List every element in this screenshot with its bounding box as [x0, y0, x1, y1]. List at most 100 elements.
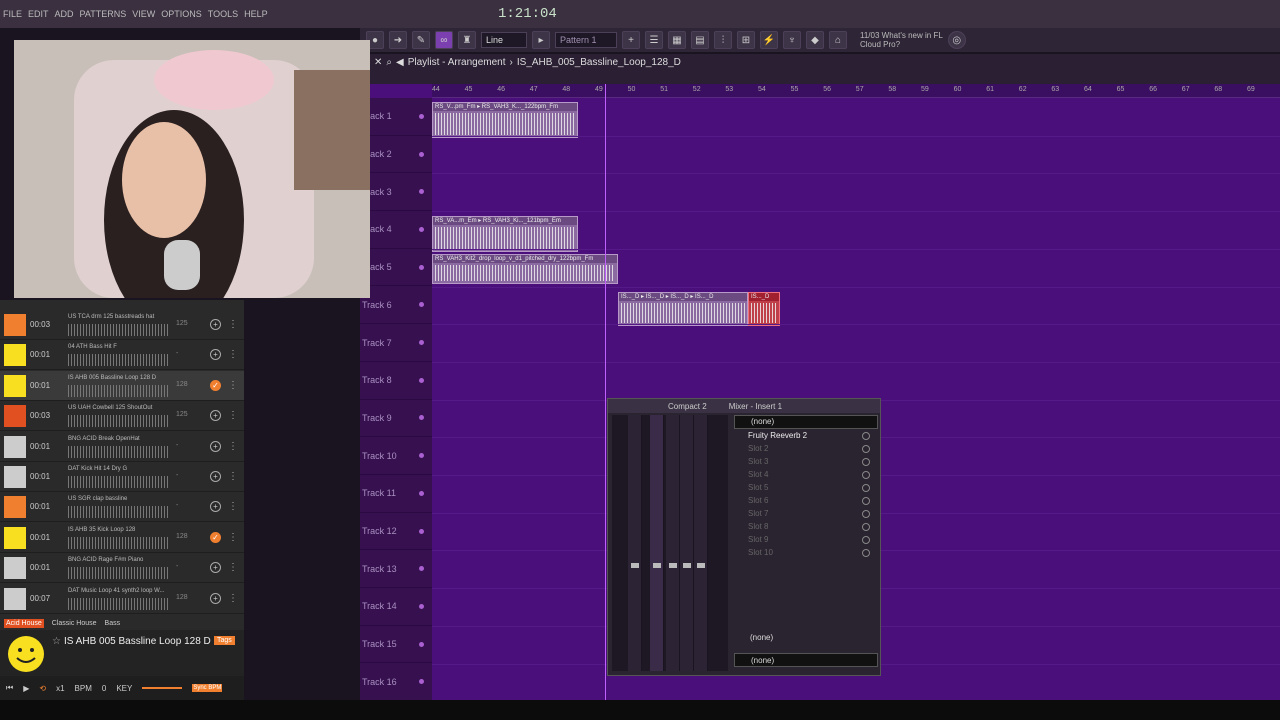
- fx-slot[interactable]: Slot 8: [734, 520, 878, 533]
- bpm-multiplier[interactable]: x1: [56, 684, 64, 693]
- track-mute-dot[interactable]: [419, 528, 424, 534]
- slot-enable-toggle[interactable]: [862, 470, 870, 479]
- audio-clip-track1[interactable]: RS_V...pm_Fm ▸ RS_VAH3_K..._122bpm_Fm: [432, 102, 578, 138]
- track-header[interactable]: Track 6: [360, 287, 432, 325]
- fx-slot[interactable]: Slot 7: [734, 507, 878, 520]
- slot-enable-toggle[interactable]: [862, 496, 870, 505]
- fader[interactable]: [669, 563, 677, 568]
- menu-add[interactable]: ADD: [52, 9, 77, 19]
- loop-icon[interactable]: ⟲: [39, 684, 46, 693]
- track-header[interactable]: Track 8: [360, 362, 432, 400]
- strip-insert-3[interactable]: [680, 415, 694, 671]
- fx-slot[interactable]: Fruity Reeverb 2: [734, 429, 878, 442]
- stamp-icon[interactable]: ♜: [458, 31, 476, 49]
- strip-master[interactable]: [628, 415, 642, 671]
- audio-clip-track6-selected[interactable]: IS..._D: [748, 292, 780, 326]
- fx-slot[interactable]: Slot 5: [734, 481, 878, 494]
- track-header[interactable]: Track 4: [360, 211, 432, 249]
- mixer-icon[interactable]: ⫶: [714, 31, 732, 49]
- playlist-breadcrumb[interactable]: IS_AHB_005_Bassline_Loop_128_D: [517, 57, 681, 68]
- fader[interactable]: [653, 563, 661, 568]
- clip-icon[interactable]: ◆: [806, 31, 824, 49]
- playlist-icon[interactable]: ☰: [645, 31, 663, 49]
- sample-row[interactable]: 00:01 IS AHB 005 Bassline Loop 128 D 128 ✓ ⋮: [0, 370, 244, 401]
- track-mute-dot[interactable]: [419, 264, 424, 270]
- add-icon[interactable]: +: [210, 592, 221, 604]
- snap-select[interactable]: Line: [481, 32, 527, 48]
- track-mute-dot[interactable]: [419, 113, 424, 119]
- slot-enable-toggle[interactable]: [862, 522, 870, 531]
- sample-row[interactable]: 00:03 US UAH Cowbell 125 ShoutOut 125 + ⋮: [0, 401, 244, 432]
- tag-bass[interactable]: Bass: [105, 620, 121, 627]
- slot-enable-toggle[interactable]: [862, 548, 870, 557]
- sample-row[interactable]: 00:03 US TCA drm 125 basstreads hat 125 + ⋮: [0, 310, 244, 340]
- strip-insert-2[interactable]: [666, 415, 680, 671]
- mixer-preset-select[interactable]: (none): [734, 415, 878, 429]
- track-header[interactable]: Track 5: [360, 249, 432, 287]
- output-select[interactable]: (none): [734, 653, 878, 667]
- add-icon[interactable]: +: [210, 349, 221, 361]
- add-icon[interactable]: +: [210, 410, 221, 422]
- more-icon[interactable]: ⋮: [228, 349, 238, 360]
- menu-help[interactable]: HELP: [241, 9, 271, 19]
- more-icon[interactable]: ⋮: [228, 410, 238, 421]
- close-icon[interactable]: ✕: [374, 57, 382, 68]
- pattern-select[interactable]: Pattern 1: [555, 32, 617, 48]
- sample-row[interactable]: 00:01 IS AHB 35 Kick Loop 128 128 ✓ ⋮: [0, 523, 244, 553]
- track-header[interactable]: Track 2: [360, 136, 432, 174]
- channel-rack-icon[interactable]: ▤: [691, 31, 709, 49]
- track-header[interactable]: Track 1: [360, 98, 432, 136]
- more-icon[interactable]: ⋮: [228, 532, 238, 543]
- track-mute-dot[interactable]: [419, 641, 424, 647]
- news-panel[interactable]: 11/03 What's new in FL Cloud Pro?: [860, 31, 943, 49]
- more-icon[interactable]: ⋮: [228, 593, 238, 604]
- slot-enable-toggle[interactable]: [862, 457, 870, 466]
- track-header[interactable]: Track 3: [360, 173, 432, 212]
- slot-enable-toggle[interactable]: [862, 509, 870, 518]
- track-header[interactable]: Track 11: [360, 475, 432, 513]
- sample-row[interactable]: 00:01 BNG ACID Break OpenHat - + ⋮: [0, 432, 244, 462]
- track-header[interactable]: Track 14: [360, 588, 432, 626]
- fx-slot[interactable]: Slot 9: [734, 533, 878, 546]
- fx-slot[interactable]: Slot 2: [734, 442, 878, 455]
- menu-tools[interactable]: TOOLS: [205, 9, 241, 19]
- slot-enable-toggle[interactable]: [862, 535, 870, 544]
- track-header[interactable]: Track 13: [360, 550, 432, 589]
- track-mute-dot[interactable]: [419, 679, 424, 685]
- browser-icon[interactable]: ⊞: [737, 31, 755, 49]
- sample-row[interactable]: 00:01 04 ATH Bass Hit F - + ⋮: [0, 340, 244, 371]
- track-header[interactable]: Track 9: [360, 400, 432, 438]
- sync-bpm-button[interactable]: Sync BPM: [192, 684, 223, 692]
- track-header[interactable]: Track 16: [360, 664, 432, 702]
- track-mute-dot[interactable]: [419, 377, 424, 383]
- more-icon[interactable]: ⋮: [228, 562, 238, 573]
- sample-row[interactable]: 00:07 DAT Music Loop 41 synth2 loop W... 1…: [0, 584, 244, 614]
- track-mute-dot[interactable]: [419, 453, 424, 459]
- menu-edit[interactable]: EDIT: [25, 9, 52, 19]
- playhead[interactable]: [605, 84, 606, 700]
- search-icon[interactable]: ⌕: [386, 57, 392, 68]
- mixer-layout[interactable]: Compact 2: [668, 402, 707, 411]
- track-header[interactable]: Track 12: [360, 513, 432, 551]
- track-mute-dot[interactable]: [419, 340, 424, 346]
- add-icon[interactable]: +: [210, 501, 221, 513]
- fader[interactable]: [683, 563, 691, 568]
- track-mute-dot[interactable]: [419, 490, 424, 496]
- more-icon[interactable]: ⋮: [228, 319, 238, 330]
- strip-insert-1[interactable]: [650, 415, 664, 671]
- track-header[interactable]: Track 15: [360, 626, 432, 664]
- add-icon[interactable]: +: [210, 562, 221, 574]
- more-icon[interactable]: ⋮: [228, 441, 238, 452]
- check-icon[interactable]: ✓: [210, 379, 221, 391]
- key-value[interactable]: 0: [102, 684, 106, 693]
- fx-slot[interactable]: Slot 3: [734, 455, 878, 468]
- tuning-icon[interactable]: ♆: [783, 31, 801, 49]
- timeline-ruler[interactable]: 44 45 46 47 48 49 50 51 52 53 54 55 56 57 58 59 60 61 62 63…: [432, 84, 1280, 98]
- more-icon[interactable]: ⋮: [228, 471, 238, 482]
- menu-view[interactable]: VIEW: [129, 9, 158, 19]
- star-icon[interactable]: ☆: [52, 636, 61, 647]
- track-mute-dot[interactable]: [419, 151, 424, 157]
- audio-clip-track4[interactable]: RS_VA...m_Em ▸ RS_VAH3_Ki..._121bpm_Em: [432, 216, 578, 252]
- track-header[interactable]: Track 10: [360, 437, 432, 475]
- fader[interactable]: [631, 563, 639, 568]
